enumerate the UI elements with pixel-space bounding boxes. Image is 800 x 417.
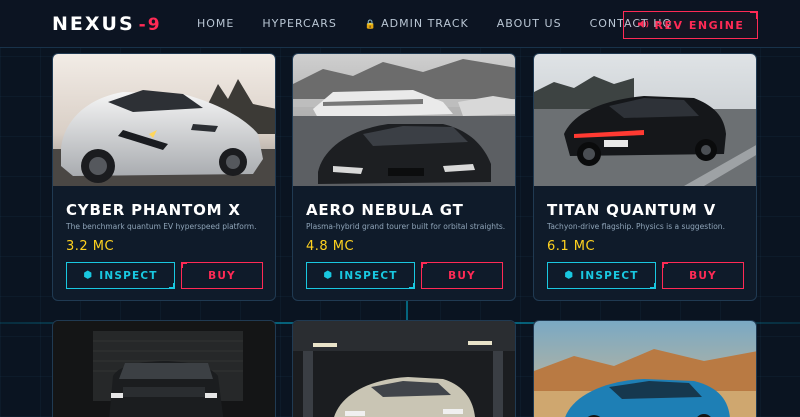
card-title: TITAN QUANTUM V (547, 201, 717, 219)
product-card-row2-1 (52, 320, 276, 417)
buy-label: BUY (689, 269, 717, 282)
nav-link-home[interactable]: HOME (197, 17, 234, 30)
card-price: 4.8 MC (306, 239, 355, 254)
logo-accent: -9 (138, 15, 162, 35)
product-card-row2-2 (292, 320, 516, 417)
blue-muscle-car-desert-photo (534, 321, 756, 417)
inspect-button[interactable]: ⬢ INSPECT (66, 262, 175, 289)
inspect-button[interactable]: ⬢ INSPECT (306, 262, 415, 289)
nav-link-hypercars[interactable]: HYPERCARS (262, 17, 337, 30)
top-navbar: NEXUS -9 HOME HYPERCARS 🔒 ADMIN TRACK ABOU… (0, 0, 800, 48)
rev-engine-button[interactable]: REV ENGINE (623, 11, 758, 39)
black-sedan-road-photo (534, 54, 756, 186)
brand-logo[interactable]: NEXUS -9 (52, 13, 162, 35)
white-supercar-photo (53, 54, 275, 186)
button-corner-accent (650, 283, 656, 289)
cube-icon: ⬢ (83, 270, 94, 281)
button-corner-accent (421, 262, 427, 268)
button-corner-accent (750, 11, 758, 19)
card-title: AERO NEBULA GT (306, 201, 464, 219)
product-card-aero-nebula-gt: AERO NEBULA GT Plasma-hybrid grand toure… (292, 53, 516, 301)
silver-sedan-garage-photo (293, 321, 515, 417)
product-card-titan-quantum-v: TITAN QUANTUM V Tachyon-drive flagship. … (533, 53, 757, 301)
buy-button[interactable]: BUY (421, 262, 503, 289)
product-card-cyber-phantom-x: CYBER PHANTOM X The benchmark quantum EV… (52, 53, 276, 301)
card-description: Tachyon-drive flagship. Physics is a sug… (547, 222, 725, 231)
inspect-label: INSPECT (339, 269, 398, 282)
card-price: 6.1 MC (547, 239, 596, 254)
cube-icon: ⬢ (564, 270, 575, 281)
card-description: Plasma-hybrid grand tourer built for orb… (306, 222, 506, 231)
button-corner-accent (662, 262, 668, 268)
button-corner-accent (409, 283, 415, 289)
lock-icon: 🔒 (364, 20, 378, 30)
card-title: CYBER PHANTOM X (66, 201, 241, 219)
rev-engine-label: REV ENGINE (654, 18, 745, 32)
button-corner-accent (169, 283, 175, 289)
card-price: 3.2 MC (66, 239, 115, 254)
speaker-icon (637, 19, 649, 32)
black-suv-garage-photo (53, 321, 275, 417)
buy-label: BUY (448, 269, 476, 282)
cube-icon: ⬢ (323, 270, 334, 281)
inspect-button[interactable]: ⬢ INSPECT (547, 262, 656, 289)
nav-link-admin-track-label: ADMIN TRACK (381, 17, 469, 30)
inspect-label: INSPECT (580, 269, 639, 282)
buy-button[interactable]: BUY (662, 262, 744, 289)
card-description: The benchmark quantum EV hyperspeed plat… (66, 222, 257, 231)
nav-link-about-us[interactable]: ABOUT US (497, 17, 562, 30)
inspect-label: INSPECT (99, 269, 158, 282)
black-coupe-harbor-photo (293, 54, 515, 186)
buy-label: BUY (208, 269, 236, 282)
logo-text: NEXUS (52, 13, 135, 35)
nav-link-admin-track[interactable]: 🔒 ADMIN TRACK (365, 17, 469, 30)
vertical-glow-line (406, 300, 408, 322)
buy-button[interactable]: BUY (181, 262, 263, 289)
button-corner-accent (181, 262, 187, 268)
product-card-row2-3 (533, 320, 757, 417)
